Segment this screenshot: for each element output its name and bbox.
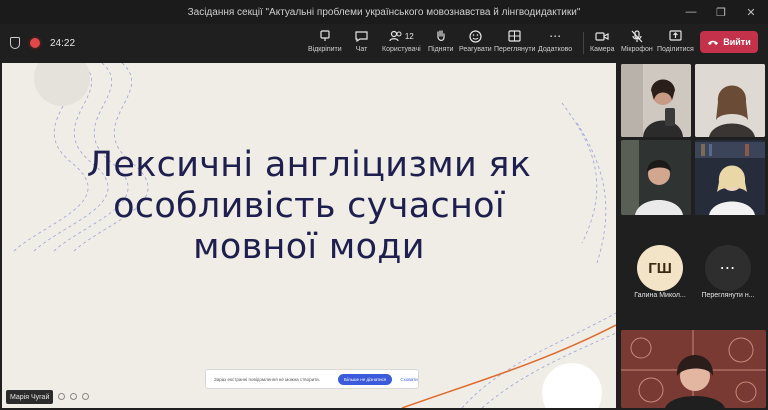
chat-button[interactable]: Чат [355, 28, 368, 60]
mic-off-icon [631, 28, 643, 44]
share-icon [669, 28, 682, 44]
raise-hand-button[interactable]: Підняти [428, 28, 453, 60]
notification-text: Зараз екстранні повідомлення не можна ст… [214, 376, 320, 382]
meeting-toolbar: 24:22 Відкріпити Чат 12 Користувачі Підн… [0, 24, 768, 62]
camera-icon [595, 28, 609, 44]
video-tile[interactable] [695, 64, 765, 137]
notification-banner: Зараз екстранні повідомлення не можна ст… [205, 369, 419, 389]
meeting-timer: 24:22 [50, 37, 76, 49]
video-tile[interactable] [621, 64, 691, 137]
microphone-button[interactable]: Мікрофон [621, 28, 653, 60]
participant-avatar[interactable]: ГШ [637, 245, 683, 291]
shield-icon [10, 37, 20, 49]
slide-title: Лексичні англіцизми як особливість сучас… [86, 145, 532, 267]
share-button[interactable]: Поділитися [657, 28, 694, 60]
minimize-button[interactable]: — [676, 0, 706, 24]
phone-hangup-icon [708, 40, 719, 45]
title-bar: Засідання секції "Актуальні проблеми укр… [0, 0, 768, 24]
meeting-status: 24:22 [10, 24, 75, 62]
more-options-button[interactable]: ⋯ Додатково [538, 28, 572, 60]
camera-button[interactable]: Камера [590, 28, 614, 60]
dont-show-again-button[interactable]: Більше не дізнатися [338, 373, 393, 385]
raise-hand-icon [435, 28, 447, 44]
chat-icon [355, 28, 368, 44]
view-more-label: Переглянути н... [701, 292, 755, 299]
leave-button[interactable]: Вийти [700, 31, 758, 53]
participant-name: Галина Микол... [634, 292, 686, 299]
video-tile[interactable] [621, 140, 691, 215]
video-tile[interactable] [621, 330, 766, 408]
slide-controls [58, 393, 89, 400]
participant-count: 12 [404, 31, 414, 41]
slide-control-icon[interactable] [82, 393, 89, 400]
people-button[interactable]: 12 Користувачі [382, 28, 421, 60]
more-icon: ⋯ [719, 260, 737, 277]
recording-icon [30, 38, 40, 48]
view-button[interactable]: Переглянути [494, 28, 535, 60]
react-icon [469, 28, 482, 44]
unpin-button[interactable]: Відкріпити [308, 28, 342, 60]
hide-link[interactable]: Сховати [400, 377, 417, 382]
restore-button[interactable]: ❐ [706, 0, 736, 24]
shared-slide: Лексичні англіцизми як особливість сучас… [2, 63, 616, 408]
video-tile[interactable] [695, 140, 765, 215]
view-icon [508, 28, 521, 44]
people-icon [389, 30, 402, 42]
more-participants-button[interactable]: ⋯ [705, 245, 751, 291]
slide-control-icon[interactable] [70, 393, 77, 400]
presenter-name: Марія Чугай [6, 390, 54, 404]
slide-control-icon[interactable] [58, 393, 65, 400]
window-title: Засідання секції "Актуальні проблеми укр… [187, 6, 581, 18]
react-button[interactable]: Реагувати [459, 28, 492, 60]
toolbar-divider [583, 32, 584, 54]
unpin-icon [319, 28, 331, 44]
more-icon: ⋯ [549, 29, 562, 43]
close-window-button[interactable]: ✕ [736, 0, 766, 24]
